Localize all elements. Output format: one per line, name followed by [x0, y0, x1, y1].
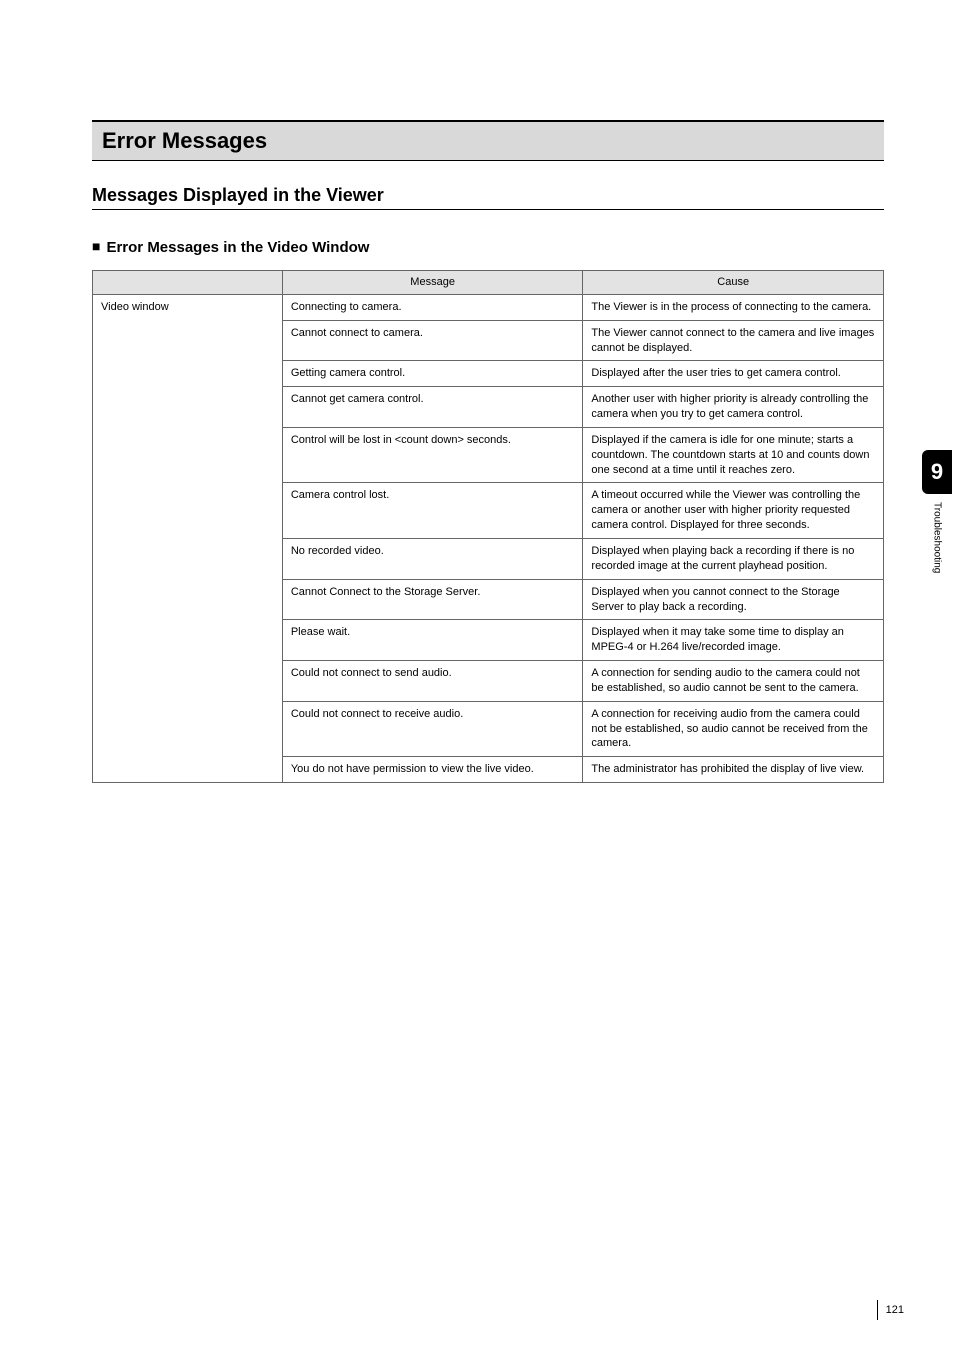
message-cell: Camera control lost.	[282, 483, 583, 539]
chapter-number-badge: 9	[922, 450, 952, 494]
page-number-bar-icon	[877, 1300, 878, 1320]
cause-cell: Displayed after the user tries to get ca…	[583, 361, 884, 387]
section-title: Error Messages	[92, 120, 884, 161]
cause-cell: A timeout occurred while the Viewer was …	[583, 483, 884, 539]
message-cell: Please wait.	[282, 620, 583, 661]
page-number: 121	[877, 1300, 904, 1320]
subsection-title: Messages Displayed in the Viewer	[92, 185, 884, 210]
square-bullet-icon: ■	[92, 238, 100, 254]
cause-cell: Displayed if the camera is idle for one …	[583, 427, 884, 483]
cause-cell: Displayed when you cannot connect to the…	[583, 579, 884, 620]
chapter-label: Troubleshooting	[932, 502, 943, 573]
table-header-message: Message	[282, 271, 583, 295]
message-cell: Could not connect to send audio.	[282, 661, 583, 702]
message-cell: No recorded video.	[282, 538, 583, 579]
message-cell: Connecting to camera.	[282, 294, 583, 320]
cause-cell: The Viewer is in the process of connecti…	[583, 294, 884, 320]
page-number-text: 121	[886, 1304, 904, 1316]
cause-cell: Displayed when playing back a recording …	[583, 538, 884, 579]
table-row: Video windowConnecting to camera.The Vie…	[93, 294, 884, 320]
message-cell: Cannot Connect to the Storage Server.	[282, 579, 583, 620]
table-header-cause: Cause	[583, 271, 884, 295]
table-header-blank	[93, 271, 283, 295]
message-cell: Cannot get camera control.	[282, 387, 583, 428]
cause-cell: Displayed when it may take some time to …	[583, 620, 884, 661]
subsub-title-text: Error Messages in the Video Window	[106, 239, 369, 256]
message-cell: Control will be lost in <count down> sec…	[282, 427, 583, 483]
group-label-cell: Video window	[93, 294, 283, 782]
side-tab: 9 Troubleshooting	[920, 450, 954, 573]
cause-cell: A connection for sending audio to the ca…	[583, 661, 884, 702]
cause-cell: A connection for receiving audio from th…	[583, 701, 884, 757]
cause-cell: The Viewer cannot connect to the camera …	[583, 320, 884, 361]
subsub-title: ■ Error Messages in the Video Window	[92, 238, 884, 256]
message-cell: Could not connect to receive audio.	[282, 701, 583, 757]
message-cell: You do not have permission to view the l…	[282, 757, 583, 783]
message-cell: Cannot connect to camera.	[282, 320, 583, 361]
message-cell: Getting camera control.	[282, 361, 583, 387]
error-messages-table: Message Cause Video windowConnecting to …	[92, 270, 884, 783]
cause-cell: The administrator has prohibited the dis…	[583, 757, 884, 783]
cause-cell: Another user with higher priority is alr…	[583, 387, 884, 428]
